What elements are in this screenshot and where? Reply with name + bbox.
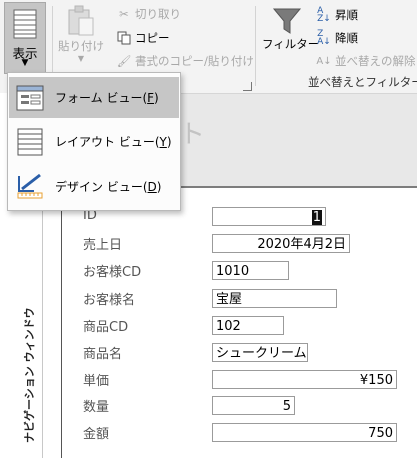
filter-label: フィルター <box>262 37 320 51</box>
view-button[interactable]: 表示 ▼ <box>4 2 46 74</box>
menu-item-layout-view[interactable]: レイアウト ビュー(Y) <box>9 121 179 162</box>
field-label-unit-price: 単価 <box>83 374 110 389</box>
field-input-customer-cd[interactable]: 1010 <box>212 261 289 280</box>
paste-label: 貼り付け <box>58 39 104 53</box>
datasheet-view-icon <box>13 9 37 39</box>
menu-item-label: フォーム ビュー(F) <box>55 91 159 105</box>
menu-item-design-view[interactable]: デザイン ビュー(D) <box>9 166 179 207</box>
cut-button[interactable]: ✂ 切り取り <box>116 6 181 22</box>
sort-descending-icon: Z A↓ <box>317 29 331 47</box>
paste-icon <box>68 5 94 36</box>
menu-item-label: レイアウト ビュー(Y) <box>55 135 172 149</box>
clear-sort-label: 並べ替えの解除 <box>335 54 416 68</box>
clipboard-launcher-icon[interactable] <box>243 82 252 91</box>
field-input-product-cd[interactable]: 102 <box>212 316 284 335</box>
field-label-quantity: 数量 <box>83 400 110 415</box>
format-painter-icon: 🖌 <box>116 54 132 68</box>
format-painter-label: 書式のコピー/貼り付け <box>135 54 254 68</box>
chevron-down-icon: ▼ <box>21 58 29 68</box>
clear-sort-button[interactable]: A↓ 並べ替えの解除 <box>316 53 416 69</box>
paste-button[interactable]: 貼り付け ▼ <box>58 4 104 63</box>
field-input-amount[interactable]: 750 <box>212 423 397 442</box>
form-body-border <box>61 188 62 458</box>
field-label-amount: 金額 <box>83 427 110 442</box>
copy-icon <box>116 30 132 46</box>
sort-ascending-label: 昇順 <box>335 8 358 22</box>
menu-item-form-view[interactable]: フォーム ビュー(F) <box>9 77 179 118</box>
filter-button[interactable]: フィルター <box>262 6 319 52</box>
view-dropdown-menu: フォーム ビュー(F) レイアウト ビュー(Y) デザイン ビュー(D) <box>7 72 181 211</box>
cut-label: 切り取り <box>135 7 181 21</box>
copy-label: コピー <box>135 31 170 45</box>
field-input-quantity[interactable]: 5 <box>212 396 295 415</box>
sort-descending-button[interactable]: Z A↓ 降順 <box>316 29 358 47</box>
form-view-icon <box>16 84 44 112</box>
form-header-title: ト <box>179 120 206 150</box>
chevron-down-icon: ▼ <box>77 54 85 63</box>
sort-filter-group-label: 並べ替えとフィルター <box>308 75 417 89</box>
menu-item-label: デザイン ビュー(D) <box>55 180 162 194</box>
field-input-unit-price[interactable]: ¥150 <box>212 370 397 389</box>
field-input-id[interactable]: 1 <box>212 207 326 226</box>
field-input-customer-name[interactable]: 宝屋 <box>212 289 337 308</box>
scissors-icon: ✂ <box>119 7 129 21</box>
field-input-sales-date[interactable]: 2020年4月2日 <box>212 234 350 253</box>
sort-ascending-icon: A Z↓ <box>317 6 331 24</box>
field-label-product-name: 商品名 <box>83 347 123 362</box>
field-label-sales-date: 売上日 <box>83 238 123 253</box>
format-painter-button[interactable]: 🖌 書式のコピー/貼り付け <box>116 53 254 69</box>
copy-button[interactable]: コピー <box>116 30 170 46</box>
field-label-customer-cd: お客様CD <box>83 265 142 280</box>
filter-icon <box>272 8 302 34</box>
sort-ascending-button[interactable]: A Z↓ 昇順 <box>316 6 358 24</box>
field-label-customer-name: お客様名 <box>83 293 136 308</box>
layout-view-icon <box>16 128 44 156</box>
clear-sort-icon: A↓ <box>316 55 332 67</box>
design-view-icon <box>16 173 44 201</box>
sort-descending-label: 降順 <box>335 31 358 45</box>
navigation-pane-title: ナビゲーション ウィンドウ <box>23 307 36 443</box>
field-label-product-cd: 商品CD <box>83 320 129 335</box>
group-separator <box>255 6 256 86</box>
field-input-product-name[interactable]: シュークリーム <box>212 343 308 362</box>
